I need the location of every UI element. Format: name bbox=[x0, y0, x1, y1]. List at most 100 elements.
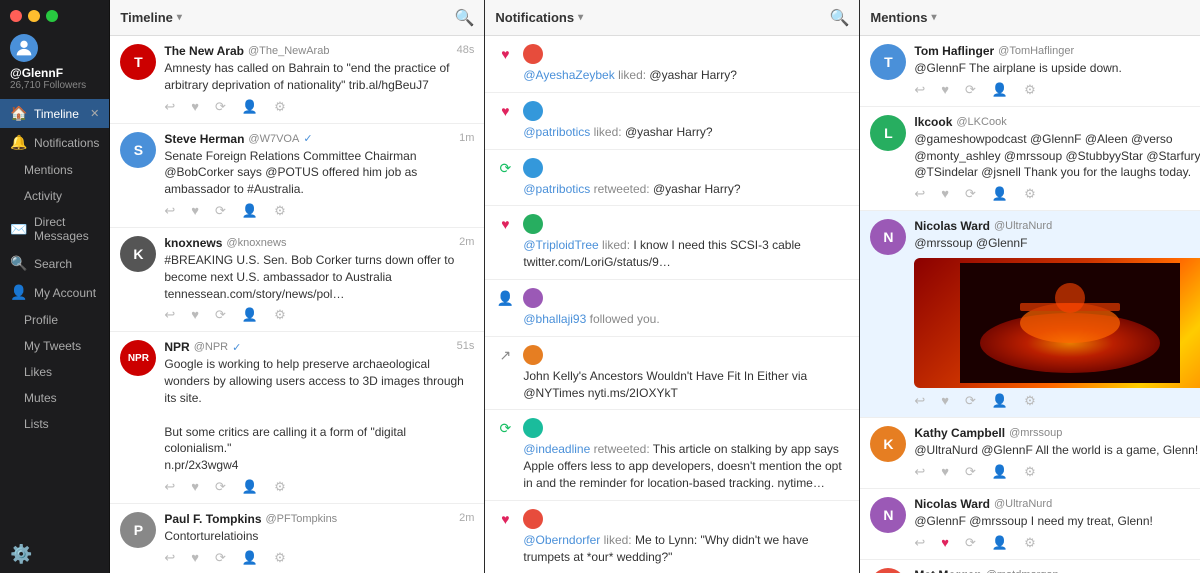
retweet-action[interactable]: ⟳ bbox=[965, 82, 976, 98]
sidebar-item-my-account[interactable]: 👤 My Account bbox=[0, 278, 109, 307]
like-action[interactable]: ♥ bbox=[191, 99, 199, 115]
sidebar-item-search[interactable]: 🔍 Search bbox=[0, 249, 109, 278]
retweet-action[interactable]: ⟳ bbox=[965, 393, 976, 409]
mail-icon: ✉️ bbox=[10, 221, 26, 238]
sidebar-user[interactable]: @GlennF 26,710 Followers bbox=[0, 28, 109, 99]
more-action[interactable]: ⚙ bbox=[1024, 464, 1036, 480]
sidebar-item-direct-messages[interactable]: ✉️ Direct Messages bbox=[0, 209, 109, 249]
like-action[interactable]: ♥ bbox=[191, 550, 199, 566]
notifications-search-button[interactable]: 🔍 bbox=[829, 8, 849, 28]
user-action[interactable]: 👤 bbox=[992, 535, 1008, 551]
like-action[interactable]: ♥ bbox=[191, 307, 199, 323]
retweet-action[interactable]: ⟳ bbox=[215, 99, 226, 115]
retweet-action[interactable]: ⟳ bbox=[215, 203, 226, 219]
like-action[interactable]: ♥ bbox=[941, 464, 949, 480]
tweet[interactable]: NPR NPR @NPR ✓ 51s Google is working to … bbox=[110, 332, 484, 504]
like-action[interactable]: ♥ bbox=[941, 535, 949, 551]
tweet[interactable]: P Paul F. Tompkins @PFTompkins 2m Contor… bbox=[110, 504, 484, 573]
mention-tweet[interactable]: K Kathy Campbell @mrssoup 2h @UltraNurd … bbox=[860, 418, 1200, 489]
tweet-handle: @The_NewArab bbox=[248, 45, 329, 57]
retweet-action[interactable]: ⟳ bbox=[215, 479, 226, 495]
reply-action[interactable]: ↩ bbox=[914, 535, 925, 551]
mention-tweet[interactable]: N Nicolas Ward @UltraNurd 2h @mrssoup @G… bbox=[860, 211, 1200, 418]
more-action[interactable]: ⚙ bbox=[274, 479, 286, 495]
user-action[interactable]: 👤 bbox=[242, 99, 258, 115]
avatar: N bbox=[870, 219, 906, 255]
mention-tweet[interactable]: L lkcook @LKCook 2h @gameshowpodcast @Gl… bbox=[860, 107, 1200, 211]
sidebar-item-my-tweets[interactable]: My Tweets bbox=[0, 333, 109, 359]
user-action[interactable]: 👤 bbox=[242, 307, 258, 323]
retweet-action[interactable]: ⟳ bbox=[215, 307, 226, 323]
sidebar-item-activity[interactable]: Activity bbox=[0, 183, 109, 209]
like-action[interactable]: ♥ bbox=[191, 203, 199, 219]
tweet[interactable]: S Steve Herman @W7VOA ✓ 1m Senate Foreig… bbox=[110, 124, 484, 228]
settings-icon[interactable]: ⚙️ bbox=[10, 544, 32, 564]
retweet-action[interactable]: ⟳ bbox=[215, 550, 226, 566]
retweet-action[interactable]: ⟳ bbox=[965, 535, 976, 551]
more-action[interactable]: ⚙ bbox=[1024, 82, 1036, 98]
mini-avatar bbox=[523, 214, 543, 234]
user-action[interactable]: 👤 bbox=[992, 393, 1008, 409]
mini-avatar bbox=[523, 345, 543, 365]
notification-item[interactable]: ♥ @Oberndorfer liked: Me to Lynn: "Why d… bbox=[485, 501, 859, 573]
user-action[interactable]: 👤 bbox=[992, 186, 1008, 202]
sidebar-item-label: Lists bbox=[24, 417, 99, 431]
reply-action[interactable]: ↩ bbox=[164, 203, 175, 219]
sidebar-item-mentions[interactable]: Mentions bbox=[0, 157, 109, 183]
notification-item[interactable]: ⟳ @patribotics retweeted: @yashar Harry? bbox=[485, 150, 859, 207]
more-action[interactable]: ⚙ bbox=[274, 550, 286, 566]
maximize-button[interactable] bbox=[46, 10, 58, 22]
notification-item[interactable]: ♥ @patribotics liked: @yashar Harry? bbox=[485, 93, 859, 150]
user-action[interactable]: 👤 bbox=[242, 479, 258, 495]
reply-action[interactable]: ↩ bbox=[914, 186, 925, 202]
more-action[interactable]: ⚙ bbox=[1024, 535, 1036, 551]
mention-tweet[interactable]: T Tom Haflinger @TomHaflinger 59m @Glenn… bbox=[860, 36, 1200, 107]
notifications-title[interactable]: Notifications ▾ bbox=[495, 10, 583, 25]
more-action[interactable]: ⚙ bbox=[274, 203, 286, 219]
reply-action[interactable]: ↩ bbox=[914, 464, 925, 480]
timeline-search-button[interactable]: 🔍 bbox=[454, 8, 474, 28]
notif-action: retweeted: bbox=[594, 182, 650, 196]
sidebar-item-notifications[interactable]: 🔔 Notifications bbox=[0, 128, 109, 157]
sidebar-item-profile[interactable]: Profile bbox=[0, 307, 109, 333]
like-action[interactable]: ♥ bbox=[941, 393, 949, 409]
retweet-action[interactable]: ⟳ bbox=[965, 186, 976, 202]
reply-action[interactable]: ↩ bbox=[164, 479, 175, 495]
notification-item[interactable]: ♥ @AyeshaZeybek liked: @yashar Harry? bbox=[485, 36, 859, 93]
mentions-title[interactable]: Mentions ▾ bbox=[870, 10, 936, 25]
tweet[interactable]: K knoxnews @knoxnews 2m #BREAKING U.S. S… bbox=[110, 228, 484, 332]
user-action[interactable]: 👤 bbox=[992, 82, 1008, 98]
reply-action[interactable]: ↩ bbox=[164, 550, 175, 566]
reply-action[interactable]: ↩ bbox=[164, 307, 175, 323]
notification-item[interactable]: ⟳ @indeadline retweeted: This article on… bbox=[485, 410, 859, 500]
tweet[interactable]: T The New Arab @The_NewArab 48s Amnesty … bbox=[110, 36, 484, 124]
user-action[interactable]: 👤 bbox=[242, 550, 258, 566]
reply-action[interactable]: ↩ bbox=[914, 82, 925, 98]
reply-action[interactable]: ↩ bbox=[914, 393, 925, 409]
sidebar-item-lists[interactable]: Lists bbox=[0, 411, 109, 437]
reply-action[interactable]: ↩ bbox=[164, 99, 175, 115]
notification-item[interactable]: ♥ @TriploidTree liked: I know I need thi… bbox=[485, 206, 859, 280]
more-action[interactable]: ⚙ bbox=[274, 99, 286, 115]
user-action[interactable]: 👤 bbox=[242, 203, 258, 219]
retweet-action[interactable]: ⟳ bbox=[965, 464, 976, 480]
like-action[interactable]: ♥ bbox=[191, 479, 199, 495]
sidebar-item-likes[interactable]: Likes bbox=[0, 359, 109, 385]
like-action[interactable]: ♥ bbox=[941, 186, 949, 202]
notification-item[interactable]: ↗ John Kelly's Ancestors Wouldn't Have F… bbox=[485, 337, 859, 411]
more-action[interactable]: ⚙ bbox=[274, 307, 286, 323]
more-action[interactable]: ⚙ bbox=[1024, 186, 1036, 202]
minimize-button[interactable] bbox=[28, 10, 40, 22]
close-icon[interactable]: ✕ bbox=[90, 107, 99, 120]
mention-tweet[interactable]: M Mat Morgan @matdmorgan Such a missed o… bbox=[860, 560, 1200, 573]
close-button[interactable] bbox=[10, 10, 22, 22]
more-action[interactable]: ⚙ bbox=[1024, 393, 1036, 409]
mention-tweet[interactable]: N Nicolas Ward @UltraNurd 2h @GlennF @mr… bbox=[860, 489, 1200, 560]
user-action[interactable]: 👤 bbox=[992, 464, 1008, 480]
like-action[interactable]: ♥ bbox=[941, 82, 949, 98]
notification-item[interactable]: 👤 @bhallaji93 followed you. bbox=[485, 280, 859, 337]
sidebar-item-timeline[interactable]: 🏠 Timeline ✕ bbox=[0, 99, 109, 128]
sidebar-item-mutes[interactable]: Mutes bbox=[0, 385, 109, 411]
timeline-title[interactable]: Timeline ▾ bbox=[120, 10, 182, 25]
tweet-time: 2m bbox=[459, 512, 474, 524]
